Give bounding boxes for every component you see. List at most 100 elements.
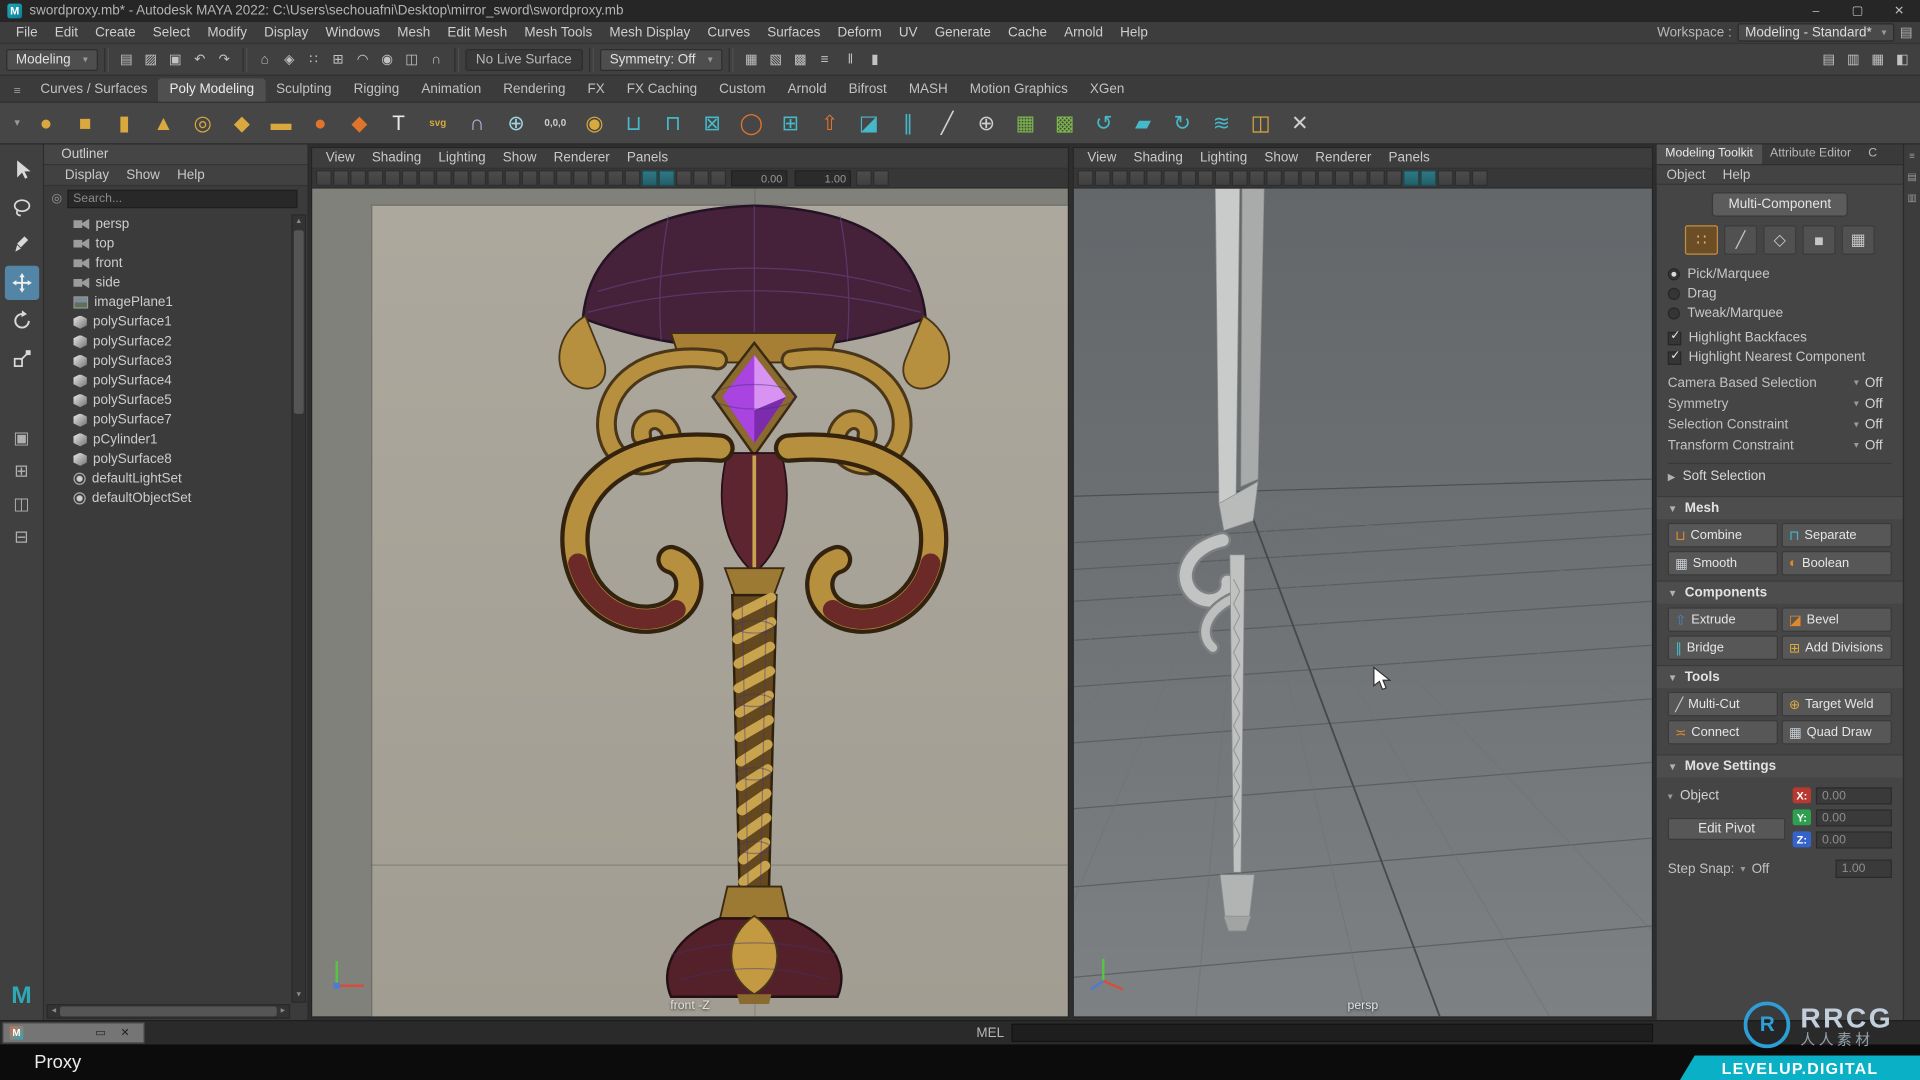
mirror-icon[interactable]: ◫ bbox=[1242, 104, 1280, 142]
floating-window-titlebar[interactable]: M ▭ ✕ bbox=[2, 1022, 145, 1044]
combine-shelf-icon[interactable]: ⊔ bbox=[615, 104, 653, 142]
shelf-tab-curves-surfaces[interactable]: Curves / Surfaces bbox=[29, 78, 158, 101]
bridge-button[interactable]: ∥ Bridge bbox=[1667, 635, 1778, 660]
radio-drag[interactable]: Drag bbox=[1667, 284, 1892, 304]
edge-mode-icon[interactable]: ╱ bbox=[1724, 225, 1758, 255]
toolkit-menu-help[interactable]: Help bbox=[1723, 167, 1768, 182]
motion-blur-icon[interactable] bbox=[384, 170, 401, 187]
spin-edge-icon[interactable]: ↻ bbox=[1163, 104, 1201, 142]
isolate-select-icon[interactable] bbox=[710, 170, 727, 187]
viewport-options-icon[interactable] bbox=[873, 170, 889, 187]
scroll-down-icon[interactable]: ▼ bbox=[295, 989, 302, 1001]
outliner-item-defaultobjectset[interactable]: defaultObjectSet bbox=[44, 489, 290, 509]
single-pane-layout[interactable]: ▣ bbox=[7, 425, 36, 449]
ao-icon[interactable] bbox=[367, 170, 384, 187]
outliner-menu-help[interactable]: Help bbox=[169, 168, 214, 183]
poly-cone-icon[interactable]: ▲ bbox=[144, 104, 182, 142]
paint-select-tool[interactable] bbox=[4, 228, 38, 262]
snap-to-plane-icon[interactable]: ◫ bbox=[400, 48, 423, 71]
menu-mesh[interactable]: Mesh bbox=[389, 23, 439, 43]
persp-viewport-canvas[interactable]: persp bbox=[1073, 188, 1652, 1017]
camera-lock-icon[interactable] bbox=[1180, 170, 1197, 187]
select-by-component-icon[interactable]: ∷ bbox=[302, 48, 325, 71]
tab-modeling-toolkit[interactable]: Modeling Toolkit bbox=[1656, 144, 1762, 165]
mash-network-icon[interactable]: ▩ bbox=[1046, 104, 1084, 142]
svg-tool-icon[interactable]: svg bbox=[419, 104, 457, 142]
menu-uv[interactable]: UV bbox=[890, 23, 926, 43]
snap-together-icon[interactable]: ⊕ bbox=[497, 104, 535, 142]
outliner-item-polysurface7[interactable]: polySurface7 bbox=[44, 410, 290, 430]
shelf-tab-bifrost[interactable]: Bifrost bbox=[838, 78, 898, 101]
tab-attribute-editor[interactable]: Attribute Editor bbox=[1761, 144, 1859, 164]
save-scene-icon[interactable]: ▣ bbox=[164, 48, 187, 71]
camera-select-icon[interactable] bbox=[401, 170, 418, 187]
pause-icon[interactable]: ‖ bbox=[839, 48, 862, 71]
multi-component-button[interactable]: Multi-Component bbox=[1711, 192, 1849, 217]
shadows-icon[interactable] bbox=[350, 170, 367, 187]
shelf-tab-poly-modeling[interactable]: Poly Modeling bbox=[158, 78, 266, 102]
chevron-down-icon[interactable]: ▾ bbox=[1854, 440, 1859, 451]
scroll-right-icon[interactable]: ► bbox=[279, 1005, 286, 1017]
menu-cache[interactable]: Cache bbox=[999, 23, 1055, 43]
shelf-tab-motion-graphics[interactable]: Motion Graphics bbox=[959, 78, 1079, 101]
toolkit-menu-object[interactable]: Object bbox=[1667, 167, 1723, 182]
select-by-object-icon[interactable]: ◈ bbox=[278, 48, 301, 71]
poly-plane-icon[interactable]: ◆ bbox=[223, 104, 261, 142]
shelf-tab-fx-caching[interactable]: FX Caching bbox=[616, 78, 708, 101]
front-viewport[interactable]: View Shading Lighting Show Renderer Panels 0.… bbox=[311, 146, 1069, 1018]
checkbox-highlight-nearest-component[interactable]: Highlight Nearest Component bbox=[1667, 348, 1892, 368]
field-chart-icon[interactable] bbox=[590, 170, 607, 187]
object-mode-icon[interactable]: ■ bbox=[1802, 225, 1836, 255]
setting-value[interactable]: Off bbox=[1865, 396, 1892, 411]
pan-zoom-icon[interactable] bbox=[1248, 170, 1265, 187]
soft-selection-section[interactable]: ▶ Soft Selection bbox=[1667, 462, 1892, 486]
camera-select-icon[interactable] bbox=[1163, 170, 1180, 187]
shelf-tab-mash[interactable]: MASH bbox=[898, 78, 959, 101]
step-icon[interactable]: ▮ bbox=[863, 48, 886, 71]
live-surface-field[interactable]: No Live Surface bbox=[464, 48, 583, 71]
close-window-icon[interactable]: ✕ bbox=[113, 1026, 137, 1039]
minimize-button[interactable]: – bbox=[1795, 0, 1837, 22]
setting-value[interactable]: Off bbox=[1865, 417, 1892, 432]
render-settings-icon[interactable]: ▩ bbox=[789, 48, 812, 71]
workspace-dropdown[interactable]: Modeling - Standard* ▾ bbox=[1737, 23, 1894, 42]
smooth-shelf-icon[interactable]: ◯ bbox=[732, 104, 770, 142]
outliner-item-top[interactable]: top bbox=[44, 234, 290, 254]
scroll-up-icon[interactable]: ▲ bbox=[295, 216, 302, 228]
shelf-tab-animation[interactable]: Animation bbox=[410, 78, 492, 101]
menu-curves[interactable]: Curves bbox=[699, 23, 759, 43]
film-gate-icon[interactable] bbox=[538, 170, 555, 187]
poly-disc-icon[interactable]: ▬ bbox=[262, 104, 300, 142]
safe-action-icon[interactable] bbox=[1368, 170, 1385, 187]
film-gate-icon[interactable] bbox=[1300, 170, 1317, 187]
step-size-field[interactable]: 1.00 bbox=[1835, 859, 1892, 878]
shelf-tab-fx[interactable]: FX bbox=[576, 78, 615, 101]
chevron-down-icon[interactable]: ▾ bbox=[1854, 398, 1859, 409]
resolution-gate-icon[interactable] bbox=[1317, 170, 1334, 187]
xray-icon[interactable] bbox=[693, 170, 709, 187]
type-tool-icon[interactable]: T bbox=[380, 104, 418, 142]
outliner-item-polysurface8[interactable]: polySurface8 bbox=[44, 449, 290, 469]
conform-icon[interactable]: ≋ bbox=[1202, 104, 1240, 142]
front-menu-lighting[interactable]: Lighting bbox=[430, 151, 494, 166]
command-line-language-toggle[interactable]: MEL bbox=[976, 1026, 1004, 1041]
front-menu-show[interactable]: Show bbox=[494, 151, 545, 166]
separate-button[interactable]: ⊓ Separate bbox=[1781, 522, 1892, 548]
axis-value-field[interactable]: 0.00 bbox=[1815, 830, 1892, 848]
textured-icon[interactable] bbox=[1420, 170, 1437, 187]
redo-icon[interactable]: ↷ bbox=[213, 48, 236, 71]
grease-pencil-icon[interactable] bbox=[1266, 170, 1283, 187]
menu-file[interactable]: File bbox=[7, 23, 46, 43]
shelf-tab-rigging[interactable]: Rigging bbox=[343, 78, 411, 101]
menu-help[interactable]: Help bbox=[1112, 23, 1157, 43]
menu-edit-mesh[interactable]: Edit Mesh bbox=[439, 23, 516, 43]
outliner-search-input[interactable] bbox=[67, 189, 298, 209]
boolean-button[interactable]: ◐ Boolean bbox=[1781, 551, 1892, 576]
axis-value-field[interactable]: 0.00 bbox=[1815, 808, 1892, 826]
lattice-icon[interactable]: ◉ bbox=[576, 104, 614, 142]
snap-to-curve-icon[interactable]: ◠ bbox=[351, 48, 374, 71]
curve-warp-icon[interactable]: ↺ bbox=[1085, 104, 1123, 142]
attribute-editor-toggle-icon[interactable]: ▤ bbox=[1817, 48, 1840, 71]
outliner-item-side[interactable]: side bbox=[44, 273, 290, 293]
persp-menu-view[interactable]: View bbox=[1079, 151, 1125, 166]
